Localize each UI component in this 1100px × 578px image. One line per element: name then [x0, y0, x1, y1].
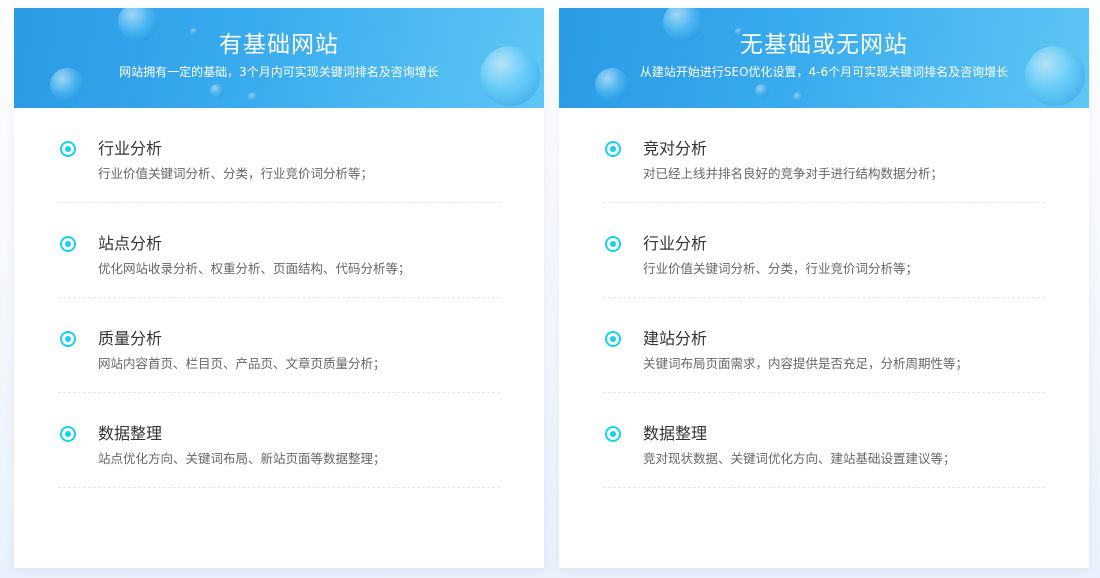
item-title: 行业分析: [98, 139, 163, 158]
radio-circle-icon: [60, 236, 76, 252]
radio-circle-icon: [605, 426, 621, 442]
card-title: 有基础网站: [219, 32, 339, 58]
card-subtitle: 从建站开始进行SEO优化设置，4-6个月可实现关键词排名及咨询增长: [639, 65, 1009, 79]
radio-circle-icon: [605, 331, 621, 347]
radio-circle-icon: [60, 331, 76, 347]
item-title: 数据整理: [98, 424, 163, 443]
list-item: 竞对分析 对已经上线并排名良好的竞争对手进行结构数据分析；: [603, 108, 1045, 203]
analysis-list: 竞对分析 对已经上线并排名良好的竞争对手进行结构数据分析； 行业分析 行业价值关…: [559, 108, 1089, 488]
radio-circle-icon: [605, 141, 621, 157]
bubble-decoration: [793, 92, 803, 102]
plan-card-with-website: 有基础网站 网站拥有一定的基础，3个月内可实现关键词排名及咨询增长 行业分析 行…: [14, 8, 544, 568]
list-item: 质量分析 网站内容首页、栏目页、产品页、文章页质量分析；: [58, 298, 500, 393]
list-item: 行业分析 行业价值关键词分析、分类，行业竞价词分析等；: [603, 203, 1045, 298]
bubble-decoration: [248, 92, 258, 102]
card-header: 有基础网站 网站拥有一定的基础，3个月内可实现关键词排名及咨询增长: [14, 8, 544, 108]
list-item: 行业分析 行业价值关键词分析、分类，行业竞价词分析等；: [58, 108, 500, 203]
item-description: 站点优化方向、关键词布局、新站页面等数据整理；: [98, 451, 386, 466]
item-description: 竞对现状数据、关键词优化方向、建站基础设置建议等；: [643, 451, 956, 466]
item-title: 数据整理: [643, 424, 708, 443]
item-title: 竞对分析: [643, 139, 708, 158]
list-item: 数据整理 站点优化方向、关键词布局、新站页面等数据整理；: [58, 393, 500, 488]
item-title: 建站分析: [643, 329, 708, 348]
card-title: 无基础或无网站: [740, 32, 908, 58]
list-item: 站点分析 优化网站收录分析、权重分析、页面结构、代码分析等；: [58, 203, 500, 298]
analysis-list: 行业分析 行业价值关键词分析、分类，行业竞价词分析等； 站点分析 优化网站收录分…: [14, 108, 544, 488]
plan-card-without-website: 无基础或无网站 从建站开始进行SEO优化设置，4-6个月可实现关键词排名及咨询增…: [559, 8, 1089, 568]
radio-circle-icon: [60, 426, 76, 442]
item-description: 网站内容首页、栏目页、产品页、文章页质量分析；: [98, 356, 386, 371]
item-description: 关键词布局页面需求，内容提供是否充足，分析周期性等；: [643, 356, 969, 371]
bubble-decoration: [755, 84, 769, 98]
item-title: 质量分析: [98, 329, 163, 348]
list-item: 数据整理 竞对现状数据、关键词优化方向、建站基础设置建议等；: [603, 393, 1045, 488]
item-title: 行业分析: [643, 234, 708, 253]
item-description: 优化网站收录分析、权重分析、页面结构、代码分析等；: [98, 261, 411, 276]
radio-circle-icon: [60, 141, 76, 157]
item-title: 站点分析: [98, 234, 163, 253]
radio-circle-icon: [605, 236, 621, 252]
item-description: 行业价值关键词分析、分类，行业竞价词分析等；: [98, 166, 374, 181]
item-description: 行业价值关键词分析、分类，行业竞价词分析等；: [643, 261, 919, 276]
card-header: 无基础或无网站 从建站开始进行SEO优化设置，4-6个月可实现关键词排名及咨询增…: [559, 8, 1089, 108]
item-description: 对已经上线并排名良好的竞争对手进行结构数据分析；: [643, 166, 944, 181]
list-item: 建站分析 关键词布局页面需求，内容提供是否充足，分析周期性等；: [603, 298, 1045, 393]
card-subtitle: 网站拥有一定的基础，3个月内可实现关键词排名及咨询增长: [119, 65, 439, 79]
bubble-decoration: [210, 84, 224, 98]
